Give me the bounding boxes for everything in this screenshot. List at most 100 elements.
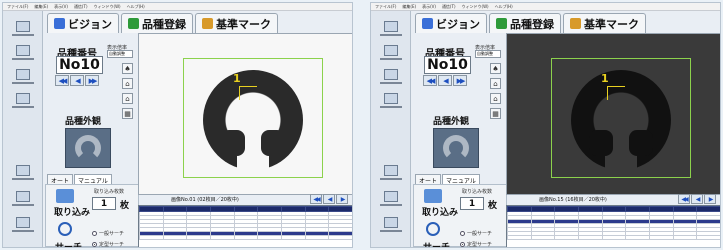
tab-2[interactable]: 基準マーク [195, 13, 278, 33]
toolbar-button-0[interactable] [375, 17, 407, 39]
appearance-label: 品種外観 [433, 117, 470, 127]
image-viewport[interactable]: 1 [138, 33, 352, 195]
tab-0[interactable]: ビジョン [47, 13, 119, 33]
outline-icon[interactable]: ⌂ [122, 93, 133, 104]
menu-item[interactable]: ウィンドウ(W) [94, 4, 121, 10]
toolbar-button-3[interactable] [7, 89, 39, 111]
product-number-field[interactable]: No10 [56, 56, 103, 74]
grid-icon[interactable]: ▦ [490, 108, 501, 119]
menu-item[interactable]: ヘルプ(H) [495, 4, 513, 10]
menu-item[interactable]: 表示(V) [54, 4, 68, 10]
toolbar-button-3[interactable] [375, 89, 407, 111]
toolbar-button-2[interactable] [375, 65, 407, 87]
radio-fixed-search[interactable]: 定型サーチ [92, 241, 124, 247]
spade-icon[interactable]: ♠ [122, 63, 133, 74]
camera-icon[interactable] [424, 189, 442, 203]
menu-item[interactable]: 表示(V) [422, 4, 436, 10]
menu-item[interactable]: ウィンドウ(W) [462, 4, 489, 10]
tab-2[interactable]: 基準マーク [563, 13, 646, 33]
reference-mark-axis-y[interactable] [239, 86, 240, 100]
radio-general-search[interactable]: 一般サーチ [460, 230, 492, 237]
prev-icon[interactable]: ◀ [70, 75, 84, 86]
tab-bar: ビジョン 品種登録 基準マーク [415, 13, 646, 33]
radio-label: 一般サーチ [467, 231, 493, 237]
prev-icon[interactable]: ◀ [438, 75, 452, 86]
menu-item[interactable]: 編集(E) [402, 4, 416, 10]
tool-caption [380, 81, 402, 84]
search-icon[interactable] [426, 222, 440, 236]
image-next-icon[interactable]: ▶ [704, 194, 716, 204]
toolbar-button-4[interactable] [375, 161, 407, 183]
toolbar-button-2[interactable] [7, 65, 39, 87]
tool-caption [12, 229, 34, 232]
home-icon[interactable]: ⌂ [490, 78, 501, 89]
tool-icon [384, 164, 398, 176]
tab-0[interactable]: ビジョン [415, 13, 487, 33]
toolbar-button-5[interactable] [375, 187, 407, 209]
image-prev-icon[interactable]: ◀ [691, 194, 703, 204]
toolbar-button-0[interactable] [7, 17, 39, 39]
grid-cell [601, 235, 627, 240]
camera-icon[interactable] [56, 189, 74, 203]
image-next-icon[interactable]: ▶ [336, 194, 348, 204]
tab-1[interactable]: 品種登録 [121, 13, 193, 33]
search-icon[interactable] [58, 222, 72, 236]
radio-icon [460, 231, 465, 236]
reference-mark-axis-x[interactable] [607, 86, 625, 87]
capture-count-unit: 枚 [488, 201, 498, 211]
tool-icon [16, 164, 30, 176]
capture-panel: 取り込み 取り込み枚数 1 枚 サーチ 一般サーチ 定型サーチ [413, 184, 507, 247]
menu-item[interactable]: ファイル(F) [7, 4, 28, 10]
menu-item[interactable]: 通信(T) [442, 4, 456, 10]
menu-item[interactable]: 編集(E) [34, 4, 48, 10]
toolbar-button-1[interactable] [375, 41, 407, 63]
capture-button[interactable]: 取り込み [54, 205, 90, 218]
first-icon[interactable]: ◀◀ [423, 75, 437, 86]
grid-icon[interactable]: ▦ [122, 108, 133, 119]
display-scale-select[interactable]: 自動調整 [107, 50, 133, 58]
capture-count-field[interactable]: 1 [92, 197, 116, 210]
grid-cell [328, 235, 352, 240]
product-number-field[interactable]: No10 [424, 56, 471, 74]
display-scale-select[interactable]: 自動調整 [475, 50, 501, 58]
image-first-icon[interactable]: ◀◀ [678, 194, 690, 204]
table-row[interactable] [139, 235, 352, 240]
tool-caption [380, 33, 402, 36]
toolbar-button-6[interactable] [375, 213, 407, 235]
capture-count-field[interactable]: 1 [460, 197, 484, 210]
spade-icon[interactable]: ♠ [490, 63, 501, 74]
toolbar-button-1[interactable] [7, 41, 39, 63]
tab-1[interactable]: 品種登録 [489, 13, 561, 33]
image-first-icon[interactable]: ◀◀ [310, 194, 322, 204]
search-button[interactable]: サーチ [55, 240, 82, 247]
menu-item[interactable]: ヘルプ(H) [127, 4, 145, 10]
menu-item[interactable]: ファイル(F) [375, 4, 396, 10]
first-icon[interactable]: ◀◀ [55, 75, 69, 86]
toolbar-button-5[interactable] [7, 187, 39, 209]
part-thumb-icon [75, 135, 101, 161]
reference-mark-axis-x[interactable] [239, 86, 257, 87]
result-grid[interactable] [138, 205, 352, 247]
image-viewport[interactable]: 1 [506, 33, 720, 195]
reference-mark-axis-y[interactable] [607, 86, 608, 100]
radio-fixed-search[interactable]: 定型サーチ [460, 241, 492, 247]
result-grid[interactable] [506, 205, 720, 247]
part-image [203, 70, 303, 172]
radio-general-search[interactable]: 一般サーチ [92, 230, 124, 237]
table-row[interactable] [507, 235, 720, 240]
next-icon[interactable]: ▶▶ [453, 75, 467, 86]
toolbar-button-4[interactable] [7, 161, 39, 183]
tool-icon [16, 92, 30, 104]
radio-icon [460, 242, 465, 247]
search-button[interactable]: サーチ [423, 240, 450, 247]
home-icon[interactable]: ⌂ [122, 78, 133, 89]
capture-button[interactable]: 取り込み [422, 205, 458, 218]
image-prev-icon[interactable]: ◀ [323, 194, 335, 204]
tool-caption [380, 203, 402, 206]
tool-icon [384, 190, 398, 202]
grid-cell [280, 235, 306, 240]
next-icon[interactable]: ▶▶ [85, 75, 99, 86]
menu-item[interactable]: 通信(T) [74, 4, 88, 10]
toolbar-button-6[interactable] [7, 213, 39, 235]
outline-icon[interactable]: ⌂ [490, 93, 501, 104]
